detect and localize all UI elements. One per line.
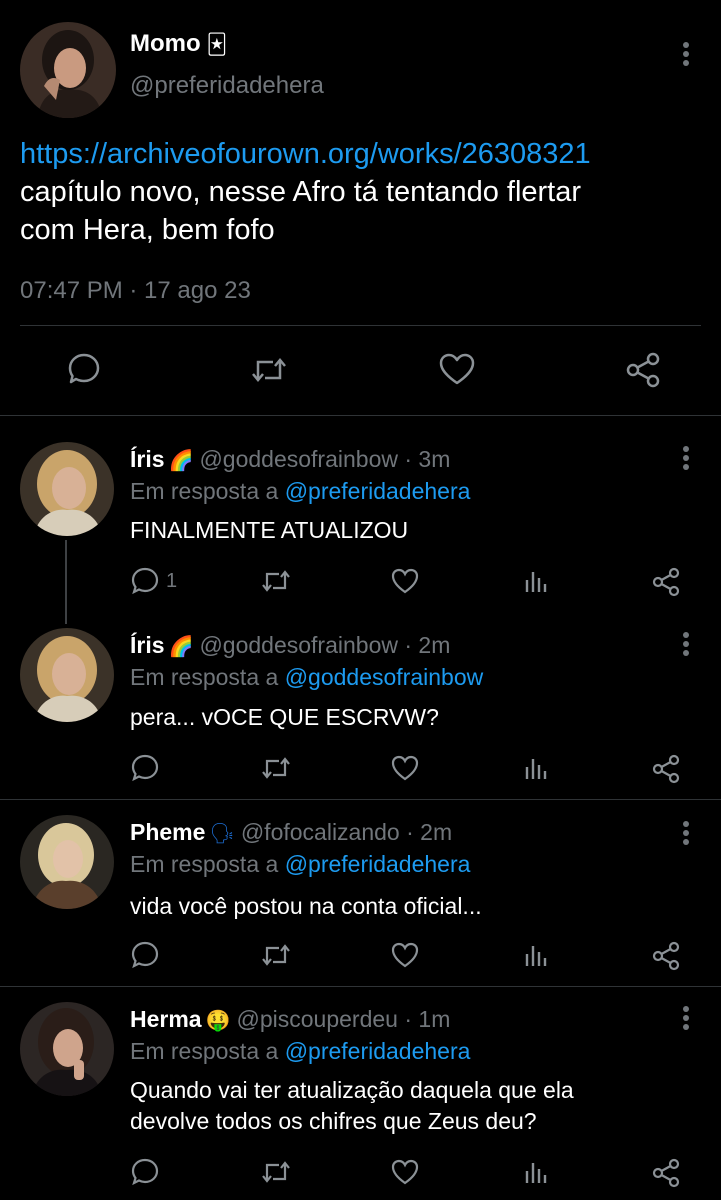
- reply-icon[interactable]: [67, 352, 101, 386]
- name-emoji: 🌈: [168, 634, 194, 658]
- tweet-text-line: com Hera, bem fofo: [20, 214, 275, 246]
- views-icon[interactable]: [524, 942, 548, 968]
- thread-line: [65, 540, 67, 624]
- author-name[interactable]: Momo 🃏: [130, 30, 227, 58]
- views-icon[interactable]: [524, 1159, 548, 1185]
- like-icon[interactable]: [390, 941, 420, 969]
- more-vertical-icon[interactable]: [676, 632, 696, 658]
- share-icon[interactable]: [624, 351, 662, 389]
- reply-author-handle[interactable]: @goddesofrainbow: [199, 632, 398, 658]
- reply-author-handle[interactable]: @goddesofrainbow: [199, 446, 398, 472]
- tweet-text-line: capítulo novo, nesse Afro tá tentando fl…: [20, 176, 582, 208]
- reply-header: Íris 🌈 @goddesofrainbow · 2m: [130, 632, 450, 659]
- avatar[interactable]: [20, 1002, 114, 1096]
- reply-author-name[interactable]: Herma: [130, 1006, 202, 1032]
- like-icon[interactable]: [390, 567, 420, 595]
- reply-author-handle[interactable]: @piscouperdeu: [237, 1006, 398, 1032]
- reply-header: Pheme 🗣 @fofocalizando · 2m: [130, 819, 452, 846]
- like-icon[interactable]: [390, 754, 420, 782]
- share-icon[interactable]: [651, 567, 681, 597]
- reply-time[interactable]: · 2m: [404, 632, 450, 658]
- reply-author-name[interactable]: Pheme: [130, 819, 205, 845]
- retweet-icon[interactable]: [249, 353, 289, 387]
- in-reply-to: Em resposta a @preferidadehera: [130, 1038, 470, 1065]
- more-vertical-icon[interactable]: [676, 42, 696, 68]
- in-reply-handle[interactable]: @goddesofrainbow: [285, 664, 484, 690]
- in-reply-label: Em resposta a: [130, 1038, 279, 1064]
- divider: [20, 325, 701, 326]
- reply-author-handle[interactable]: @fofocalizando: [241, 819, 400, 845]
- avatar[interactable]: [20, 815, 114, 909]
- reply-time[interactable]: · 1m: [404, 1006, 450, 1032]
- views-icon[interactable]: [524, 568, 548, 594]
- reply-text: FINALMENTE ATUALIZOU: [130, 517, 409, 543]
- retweet-icon[interactable]: [259, 567, 293, 595]
- avatar[interactable]: [20, 22, 116, 118]
- reply-time[interactable]: · 3m: [404, 446, 450, 472]
- name-emoji: 🤑: [205, 1008, 231, 1032]
- in-reply-label: Em resposta a: [130, 478, 279, 504]
- author-name-text: Momo: [130, 30, 201, 57]
- retweet-icon[interactable]: [259, 754, 293, 782]
- name-emoji: 🃏: [206, 32, 228, 56]
- timestamp[interactable]: 07:47 PM · 17 ago 23: [20, 277, 251, 305]
- name-emoji: 🌈: [168, 448, 194, 472]
- avatar[interactable]: [20, 442, 114, 536]
- retweet-icon[interactable]: [259, 941, 293, 969]
- in-reply-handle[interactable]: @preferidadehera: [285, 1038, 471, 1064]
- reply-text-line: devolve todos os chifres que Zeus deu?: [130, 1108, 537, 1134]
- reply-text-line: Quando vai ter atualização daquela que e…: [130, 1077, 574, 1103]
- reply-icon[interactable]: [131, 1158, 159, 1186]
- reply-header: Herma 🤑 @piscouperdeu · 1m: [130, 1006, 450, 1033]
- like-icon[interactable]: [390, 1158, 420, 1186]
- more-vertical-icon[interactable]: [676, 821, 696, 847]
- reply-icon[interactable]: [131, 567, 159, 595]
- more-vertical-icon[interactable]: [676, 446, 696, 472]
- share-icon[interactable]: [651, 1158, 681, 1188]
- in-reply-to: Em resposta a @preferidadehera: [130, 851, 470, 878]
- main-tweet: Momo 🃏 @preferidadehera https://archiveof…: [0, 0, 721, 415]
- reply-author-name[interactable]: Íris: [130, 446, 165, 472]
- in-reply-label: Em resposta a: [130, 664, 279, 690]
- reply-count: 1: [166, 570, 178, 592]
- in-reply-label: Em resposta a: [130, 851, 279, 877]
- share-icon[interactable]: [651, 754, 681, 784]
- reply-text: Quando vai ter atualização daquela que e…: [130, 1075, 690, 1137]
- reply-header: Íris 🌈 @goddesofrainbow · 3m: [130, 446, 450, 473]
- reply-text: pera... vOCE QUE ESCRVW?: [130, 704, 439, 730]
- separator: [0, 799, 721, 800]
- views-icon[interactable]: [524, 755, 548, 781]
- reply-icon[interactable]: [131, 754, 159, 782]
- name-emoji: 🗣: [209, 821, 235, 845]
- in-reply-to: Em resposta a @goddesofrainbow: [130, 664, 483, 691]
- more-vertical-icon[interactable]: [676, 1006, 696, 1032]
- separator: [0, 986, 721, 987]
- separator: [0, 415, 721, 416]
- reply-time[interactable]: · 2m: [406, 819, 452, 845]
- in-reply-handle[interactable]: @preferidadehera: [285, 851, 471, 877]
- like-icon[interactable]: [438, 352, 476, 386]
- tweet-text: https://archiveofourown.org/works/263083…: [20, 135, 710, 249]
- tweet-link[interactable]: https://archiveofourown.org/works/263083…: [20, 135, 710, 173]
- reply-icon[interactable]: [131, 941, 159, 969]
- in-reply-to: Em resposta a @preferidadehera: [130, 478, 470, 505]
- reply-author-name[interactable]: Íris: [130, 632, 165, 658]
- avatar[interactable]: [20, 628, 114, 722]
- share-icon[interactable]: [651, 941, 681, 971]
- author-handle[interactable]: @preferidadehera: [130, 72, 324, 100]
- in-reply-handle[interactable]: @preferidadehera: [285, 478, 471, 504]
- retweet-icon[interactable]: [259, 1158, 293, 1186]
- reply-text: vida você postou na conta oficial...: [130, 893, 482, 919]
